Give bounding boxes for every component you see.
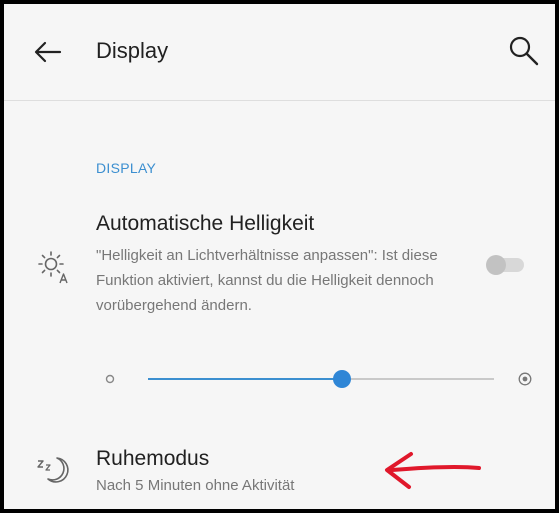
app-bar: Display <box>4 4 555 101</box>
sleep-mode-title: Ruhemodus <box>96 447 210 470</box>
auto-brightness-toggle[interactable] <box>486 255 526 275</box>
auto-brightness-title: Automatische Helligkeit <box>96 212 315 235</box>
back-button[interactable] <box>30 34 66 70</box>
search-button[interactable] <box>504 32 544 72</box>
toggle-knob <box>486 255 506 275</box>
brightness-slider[interactable] <box>148 370 494 388</box>
search-icon <box>509 36 539 66</box>
auto-brightness-setting[interactable]: Automatische Helligkeit "Helligkeit an L… <box>4 199 555 327</box>
sleep-mode-summary: Nach 5 Minuten ohne Aktivität <box>96 477 295 494</box>
brightness-slider-thumb[interactable] <box>333 370 351 388</box>
page-title: Display <box>96 38 169 63</box>
section-header-display: DISPLAY <box>96 160 157 176</box>
arrow-left-icon <box>34 41 62 63</box>
auto-brightness-summary: "Helligkeit an Lichtverhältnisse anpasse… <box>96 247 438 314</box>
sleep-mode-icon <box>37 457 69 483</box>
red-arrow-annotation <box>385 452 481 489</box>
auto-brightness-icon <box>38 251 68 284</box>
brightness-low-icon <box>105 374 115 384</box>
screenshot-frame: Display DISPLAY Automatische Helligkeit … <box>0 0 559 513</box>
brightness-high-icon <box>518 372 532 386</box>
brightness-slider-fill <box>148 378 342 380</box>
brightness-slider-row <box>4 354 555 402</box>
